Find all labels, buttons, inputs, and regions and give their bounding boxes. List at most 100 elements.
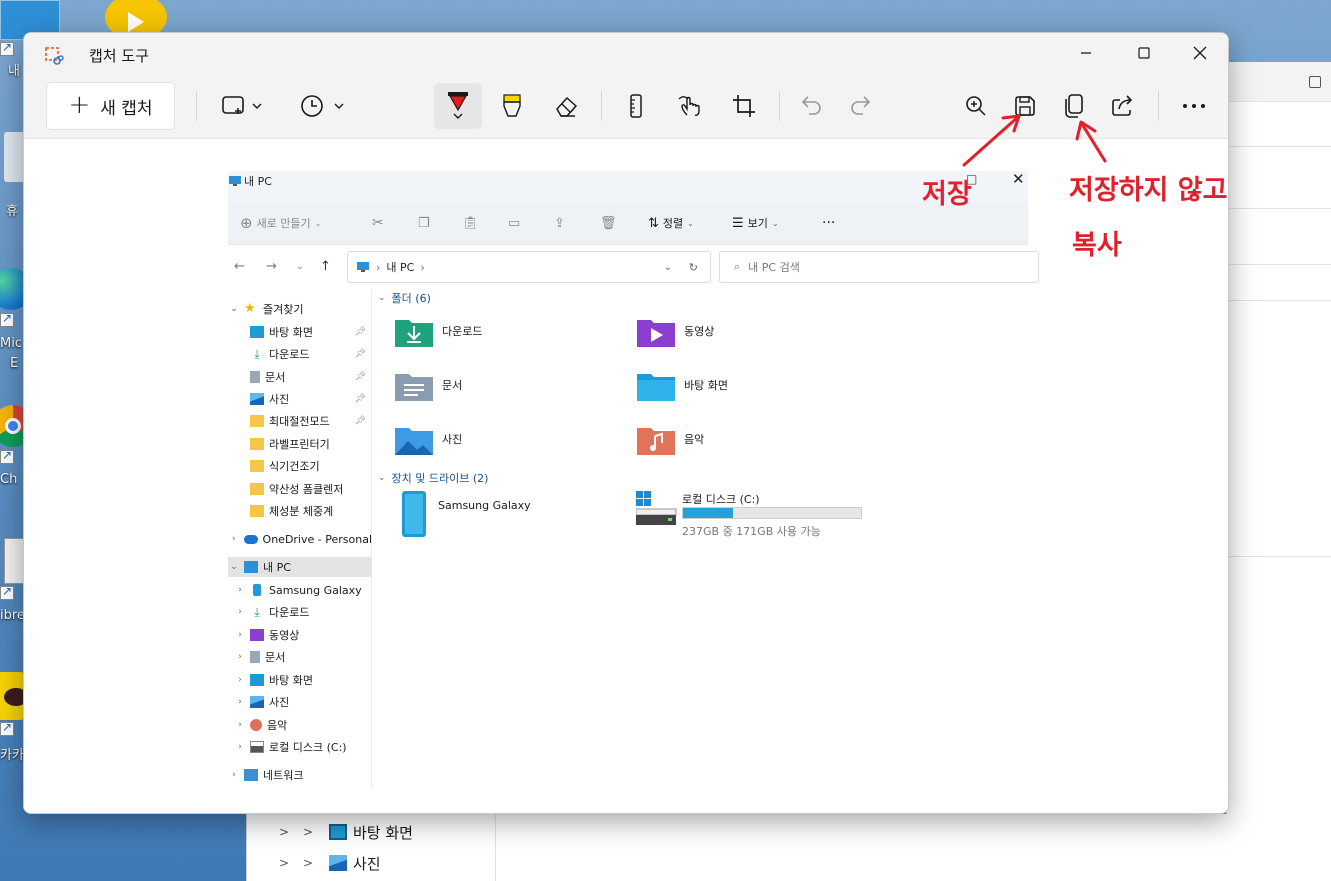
- snipping-tool-window: 캡처 도구 + 새 캡처 내 PC □ ✕ ⊕ 새로 만들기 ⌄ ✂ ❐ 📋︎ …: [23, 32, 1229, 814]
- divider: [378, 298, 1028, 299]
- cloud-icon: [243, 534, 258, 544]
- tree-item: 사진 📌︎: [228, 389, 372, 409]
- chevron-down-icon: ⌄: [687, 218, 694, 228]
- share-button[interactable]: [1099, 83, 1147, 129]
- close-button[interactable]: [1174, 33, 1226, 73]
- chevron-right-icon[interactable]: >: [303, 825, 329, 839]
- local-disk-icon: [636, 491, 677, 525]
- rectangle-snip-icon: [222, 96, 262, 114]
- eraser-icon: [556, 96, 578, 117]
- tree-item: › 사진: [228, 692, 372, 712]
- disk-usage-fill: [683, 508, 733, 518]
- tree-item: 체성분 체중계: [228, 501, 372, 521]
- copy-icon: [1065, 94, 1083, 118]
- documents-icon: [250, 651, 260, 663]
- chevron-down-icon: ⌄: [378, 293, 386, 303]
- device-tile: Samsung Galaxy: [400, 491, 531, 541]
- chevron-down-icon: ⌄: [314, 218, 322, 228]
- shortcut-arrow-icon: [0, 311, 14, 327]
- copy-button[interactable]: [1050, 83, 1098, 129]
- ballpoint-pen-icon: [448, 92, 468, 119]
- highlighter-button[interactable]: [488, 83, 536, 129]
- music-icon: [250, 719, 262, 731]
- paste-icon: 📋︎: [462, 215, 479, 231]
- ballpoint-pen-button[interactable]: [434, 83, 482, 129]
- pictures-folder-icon: [329, 855, 347, 871]
- folder-tile: 사진: [394, 417, 462, 461]
- chevron-down-icon: ⌄: [230, 304, 238, 314]
- folder-tile: 다운로드: [394, 309, 482, 353]
- desktop-folder-icon: [329, 824, 347, 840]
- folder-label: 바탕 화면: [684, 379, 728, 392]
- this-pc-icon: [357, 262, 369, 272]
- tree-label: 문서: [265, 371, 286, 384]
- videos-folder-icon: [637, 320, 675, 347]
- toolbar-divider: [601, 91, 602, 121]
- tree-item-label: 사진: [353, 854, 381, 873]
- chevron-right-icon: ›: [238, 675, 242, 685]
- undo-button[interactable]: [788, 83, 836, 129]
- snip-mode-dropdown[interactable]: [214, 83, 272, 129]
- tree-label: 로컬 디스크 (C:): [269, 741, 347, 754]
- minimize-button[interactable]: [1060, 33, 1112, 73]
- chevron-right-icon: ›: [420, 260, 425, 274]
- chevron-right-icon: ›: [376, 260, 381, 274]
- back-icon: ←: [234, 259, 245, 274]
- ruler-button[interactable]: [612, 83, 660, 129]
- pictures-icon: [250, 393, 264, 405]
- minimize-icon: [1081, 52, 1091, 54]
- chevron-right-icon[interactable]: >: [247, 825, 303, 839]
- chevron-right-icon[interactable]: >: [247, 856, 303, 870]
- tree-item: 최대절전모드 📌︎: [228, 411, 372, 431]
- eraser-button[interactable]: [542, 83, 590, 129]
- shortcut-arrow-icon: [0, 40, 14, 56]
- tree-item: 문서 📌︎: [228, 367, 372, 387]
- tree-item[interactable]: > > 바탕 화면: [247, 816, 413, 848]
- tree-network: › 네트워크: [228, 765, 372, 785]
- more-options-button[interactable]: [1170, 83, 1218, 129]
- tree-item[interactable]: > > 사진: [247, 847, 381, 879]
- maximize-icon[interactable]: [1309, 76, 1321, 88]
- sort-label: 정렬: [662, 217, 684, 230]
- pin-icon: 📌︎: [354, 349, 366, 359]
- save-button[interactable]: [1001, 83, 1049, 129]
- crop-button[interactable]: [720, 83, 768, 129]
- maximize-button[interactable]: [1118, 33, 1170, 73]
- redo-icon: [851, 96, 871, 115]
- drive-tile: 로컬 디스크 (C:) 237GB 중 171GB 사용 가능: [636, 491, 916, 541]
- up-icon: ↑: [320, 259, 331, 274]
- new-capture-button[interactable]: + 새 캡처: [46, 82, 175, 130]
- tree-item: › ⤓ 다운로드: [228, 602, 372, 622]
- pictures-folder-icon: [395, 428, 433, 455]
- tree-label: 라벨프린터기: [269, 438, 330, 451]
- chrome-center-icon: [5, 418, 21, 434]
- shortcut-arrow-icon: [0, 448, 14, 464]
- desktop-label: 카카: [0, 748, 24, 763]
- address-segment: 내 PC: [386, 261, 415, 274]
- folder-tile: 문서: [394, 363, 462, 407]
- forward-icon: →: [266, 259, 277, 274]
- phone-icon: [253, 584, 261, 596]
- desktop-label: ibre: [0, 608, 25, 623]
- more-icon: [1183, 104, 1205, 108]
- tree-label: 식기건조기: [269, 460, 320, 473]
- chevron-down-icon: ⌄: [230, 562, 238, 572]
- timer-dropdown[interactable]: [294, 83, 352, 129]
- tree-item: › 음악: [228, 715, 372, 735]
- shortcut-arrow-icon: [0, 720, 14, 736]
- tree-label: 네트워크: [263, 769, 304, 782]
- folder-tile: 동영상: [636, 309, 714, 353]
- app-title: 캡처 도구: [89, 47, 149, 65]
- touch-writing-button[interactable]: [666, 83, 714, 129]
- cut-icon: ✂: [372, 215, 384, 231]
- section-title: 폴더 (6): [391, 290, 435, 306]
- folder-icon: [250, 415, 264, 427]
- divider: [1227, 146, 1331, 147]
- chevron-right-icon: ›: [238, 607, 242, 617]
- tree-item: › Samsung Galaxy: [228, 580, 372, 600]
- search-icon: ⌕: [734, 260, 741, 273]
- redo-button[interactable]: [836, 83, 884, 129]
- tree-label: 약산성 폼클렌저: [269, 483, 344, 496]
- zoom-button[interactable]: [952, 83, 1000, 129]
- chevron-right-icon[interactable]: >: [303, 856, 329, 870]
